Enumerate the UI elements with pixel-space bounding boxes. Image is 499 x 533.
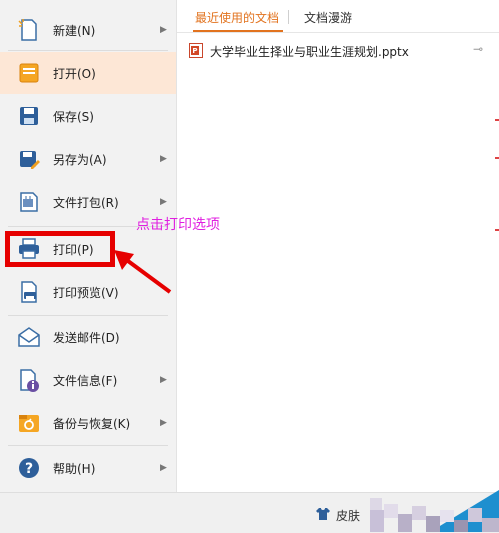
menu-item-label: 帮助(H) bbox=[53, 461, 96, 476]
tab-document-roaming[interactable]: 文档漫游 bbox=[304, 9, 352, 26]
menu-separator bbox=[8, 445, 168, 446]
menu-item-label: 保存(S) bbox=[53, 109, 94, 124]
edge-mark bbox=[495, 229, 499, 231]
svg-text:?: ? bbox=[25, 461, 33, 477]
recent-file-item[interactable]: P 大学毕业生择业与职业生涯规划.pptx ⊸ bbox=[189, 40, 489, 62]
print-highlight-box bbox=[5, 231, 115, 267]
menu-item-label: 新建(N) bbox=[53, 23, 96, 38]
menu-item-save-as[interactable]: 另存为(A) ▶ bbox=[0, 138, 176, 180]
save-disk-icon bbox=[20, 107, 38, 125]
tab-separator bbox=[288, 10, 289, 24]
submenu-arrow-icon: ▶ bbox=[160, 197, 167, 207]
menu-separator bbox=[8, 50, 168, 51]
recent-documents-pane: 最近使用的文档 文档漫游 P 大学毕业生择业与职业生涯规划.pptx ⊸ bbox=[177, 0, 499, 492]
save-as-icon bbox=[20, 151, 40, 169]
skin-shirt-icon bbox=[316, 508, 330, 520]
edge-mark bbox=[495, 119, 499, 121]
svg-text:P: P bbox=[192, 47, 197, 55]
open-folder-icon bbox=[19, 63, 39, 83]
submenu-arrow-icon: ▶ bbox=[160, 463, 167, 473]
tab-recent-documents[interactable]: 最近使用的文档 bbox=[195, 9, 279, 26]
file-info-icon bbox=[20, 369, 39, 392]
document-tabs: 最近使用的文档 文档漫游 bbox=[177, 0, 499, 33]
menu-item-new[interactable]: 新建(N) ▶ bbox=[0, 9, 176, 51]
menu-item-label: 文件信息(F) bbox=[53, 373, 118, 388]
pin-icon[interactable]: ⊸ bbox=[473, 42, 483, 56]
annotation-arrow-icon bbox=[114, 250, 172, 294]
submenu-arrow-icon: ▶ bbox=[160, 25, 167, 35]
recent-file-name: 大学毕业生择业与职业生涯规划.pptx bbox=[210, 45, 409, 59]
menu-item-label: 备份与恢复(K) bbox=[53, 416, 131, 431]
pptx-file-icon: P bbox=[189, 43, 203, 58]
menu-item-backup-restore[interactable]: 备份与恢复(K) ▶ bbox=[0, 402, 176, 444]
new-document-icon bbox=[18, 19, 37, 41]
file-package-icon bbox=[20, 192, 38, 212]
annotation-text: 点击打印选项 bbox=[136, 217, 220, 233]
menu-item-help[interactable]: ? 帮助(H) ▶ bbox=[0, 447, 176, 489]
help-icon: ? bbox=[19, 458, 39, 478]
menu-item-label: 打印预览(V) bbox=[53, 285, 119, 300]
menu-item-save[interactable]: 保存(S) bbox=[0, 95, 176, 137]
submenu-arrow-icon: ▶ bbox=[160, 418, 167, 428]
menu-item-file-info[interactable]: 文件信息(F) ▶ bbox=[0, 359, 176, 401]
submenu-arrow-icon: ▶ bbox=[160, 375, 167, 385]
menu-item-send-mail[interactable]: 发送邮件(D) bbox=[0, 316, 176, 358]
skin-button[interactable]: 皮肤 bbox=[316, 507, 361, 524]
menu-item-open[interactable]: 打开(O) bbox=[0, 52, 176, 94]
skin-label: 皮肤 bbox=[336, 509, 361, 523]
menu-item-label: 另存为(A) bbox=[53, 152, 107, 167]
edge-mark bbox=[495, 157, 499, 159]
menu-item-label: 文件打包(R) bbox=[53, 195, 119, 210]
print-preview-icon bbox=[21, 281, 37, 303]
submenu-arrow-icon: ▶ bbox=[160, 154, 167, 164]
menu-item-label: 发送邮件(D) bbox=[53, 330, 120, 345]
pixelated-mosaic bbox=[370, 490, 499, 532]
backup-restore-icon bbox=[19, 415, 39, 432]
active-tab-indicator bbox=[193, 30, 283, 32]
file-menu-panel: 新建(N) ▶ 打开(O) 保存(S) 另存为(A) ▶ 文件打包(R) ▶ 打… bbox=[0, 0, 499, 533]
menu-item-label: 打开(O) bbox=[53, 66, 96, 81]
send-mail-icon bbox=[18, 327, 40, 347]
